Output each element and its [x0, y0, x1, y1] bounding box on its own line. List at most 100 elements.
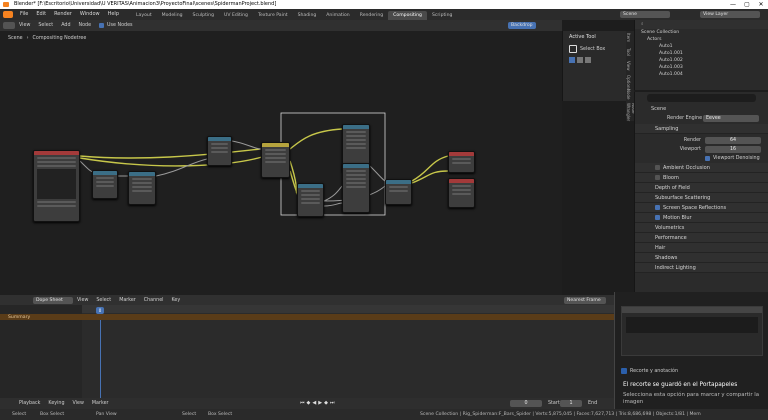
panel-indirect-lighting[interactable]: Indirect Lighting — [635, 263, 768, 273]
tab-shading[interactable]: Shading — [293, 11, 322, 20]
panel-checkbox[interactable] — [655, 175, 660, 180]
mix-node-3[interactable] — [385, 179, 412, 205]
outliner-item-auto1-001[interactable]: Auto1.001 — [635, 50, 768, 57]
tab-view[interactable]: View — [626, 59, 631, 73]
dopesheet-menu-view[interactable]: View — [73, 298, 92, 303]
scene-collection[interactable]: Scene Collection — [635, 29, 768, 36]
tab-item[interactable]: Item — [626, 31, 631, 45]
keying-menu[interactable]: Keying — [44, 401, 68, 406]
backdrop-button[interactable]: Backdrop — [508, 22, 536, 29]
panel-checkbox[interactable] — [655, 205, 660, 210]
select-box-icon[interactable] — [569, 45, 577, 53]
panel-hair[interactable]: Hair — [635, 243, 768, 253]
render-layers-node[interactable] — [33, 150, 80, 222]
tab-tool[interactable]: Tool — [626, 45, 631, 59]
color-node[interactable] — [207, 136, 232, 166]
menu-edit[interactable]: Edit — [32, 9, 50, 20]
menu-render[interactable]: Render — [50, 9, 76, 20]
tab-scripting[interactable]: Scripting — [427, 11, 457, 20]
mix-node-1[interactable] — [92, 170, 118, 199]
dopesheet-menu-channel[interactable]: Channel — [140, 298, 168, 303]
collection-actors[interactable]: Actors — [635, 36, 768, 43]
play-reverse-icon[interactable]: ◀ — [312, 400, 316, 406]
frame-ruler[interactable] — [82, 305, 614, 313]
tab-compositing[interactable]: Compositing — [388, 10, 427, 20]
viewport-denoising-checkbox[interactable] — [705, 156, 710, 161]
tab-sculpting[interactable]: Sculpting — [188, 11, 219, 20]
outliner-item-auto1-003[interactable]: Auto1.003 — [635, 64, 768, 71]
panel-volumetrics[interactable]: Volumetrics — [635, 223, 768, 233]
dopesheet-menu-marker[interactable]: Marker — [115, 298, 140, 303]
tab-texture-paint[interactable]: Texture Paint — [253, 11, 293, 20]
snap-mode-dropdown[interactable]: Nearest Frame — [564, 297, 606, 304]
use-nodes-checkbox[interactable] — [99, 23, 105, 28]
node-menu-view[interactable]: View — [15, 23, 34, 28]
maximize-button[interactable]: ▢ — [740, 0, 754, 9]
tab-node[interactable]: Node — [626, 87, 631, 101]
panel-screen-space-reflections[interactable]: Screen Space Reflections — [635, 203, 768, 213]
glare-node[interactable] — [342, 163, 370, 213]
node-editor-canvas[interactable]: Scene › Compositing Nodetree — [0, 31, 562, 295]
node-menu-add[interactable]: Add — [57, 23, 74, 28]
panel-sampling[interactable]: Sampling — [635, 124, 768, 134]
panel-shadows[interactable]: Shadows — [635, 253, 768, 263]
start-frame-field[interactable]: 1 — [560, 400, 582, 407]
tab-rendering[interactable]: Rendering — [355, 11, 388, 20]
render-samples-field[interactable]: 64 — [705, 137, 761, 144]
panel-motion-blur[interactable]: Motion Blur — [635, 213, 768, 223]
jump-end-icon[interactable]: ⏭ — [330, 400, 335, 406]
dopesheet-mode-dropdown[interactable]: Dope Sheet — [33, 296, 73, 304]
properties-search[interactable] — [647, 94, 756, 102]
jump-start-icon[interactable]: ⏮ — [300, 400, 305, 406]
mode-new-icon[interactable] — [569, 57, 575, 63]
play-icon[interactable]: ▶ — [318, 400, 322, 406]
panel-checkbox[interactable] — [655, 165, 660, 170]
next-key-icon[interactable]: ◆ — [324, 400, 328, 406]
view-menu[interactable]: View — [69, 401, 88, 406]
current-frame-indicator[interactable]: 0 — [96, 307, 104, 314]
tab-animation[interactable]: Animation — [321, 11, 354, 20]
tab-options[interactable]: Options — [626, 73, 631, 90]
dopesheet-menu-select[interactable]: Select — [92, 298, 115, 303]
panel-subsurface-scattering[interactable]: Subsurface Scattering — [635, 193, 768, 203]
dopesheet-menu-key[interactable]: Key — [168, 298, 185, 303]
outliner-item-auto1-002[interactable]: Auto1.002 — [635, 57, 768, 64]
mix-node-2[interactable] — [128, 171, 156, 205]
panel-bloom[interactable]: Bloom — [635, 173, 768, 183]
tab-uv-editing[interactable]: UV Editing — [219, 11, 253, 20]
viewport-denoising-row[interactable]: Viewport Denoising — [635, 154, 768, 163]
snip-notification[interactable]: Recorte y anotación El recorte se guardó… — [614, 292, 768, 409]
snip-thumbnail[interactable] — [621, 306, 763, 356]
blender-menu-icon[interactable] — [3, 11, 13, 18]
editor-type-button[interactable] — [3, 22, 15, 29]
node-menu-node[interactable]: Node — [75, 23, 96, 28]
node-menu-select[interactable]: Select — [34, 23, 57, 28]
playback-menu[interactable]: Playback — [15, 401, 44, 406]
menu-help[interactable]: Help — [104, 9, 123, 20]
outliner-item-auto1-004[interactable]: Auto1.004 — [635, 71, 768, 78]
filter-node[interactable] — [297, 183, 324, 217]
menu-window[interactable]: Window — [76, 9, 104, 20]
prev-key-icon[interactable]: ◆ — [307, 400, 311, 406]
outliner-search[interactable]: ⌕ — [635, 20, 768, 29]
panel-checkbox[interactable] — [655, 215, 660, 220]
close-button[interactable]: ✕ — [754, 0, 768, 9]
view-layer-selector[interactable]: View Layer — [700, 11, 760, 18]
viewport-samples-field[interactable]: 16 — [705, 146, 761, 153]
tab-layout[interactable]: Layout — [131, 11, 157, 20]
composite-node[interactable] — [448, 151, 475, 173]
mode-extend-icon[interactable] — [577, 57, 583, 63]
panel-performance[interactable]: Performance — [635, 233, 768, 243]
alpha-over-node[interactable] — [261, 142, 290, 178]
scene-selector[interactable]: Scene — [620, 11, 670, 18]
render-engine-dropdown[interactable]: Eevee — [703, 115, 759, 122]
outliner-item-auto1[interactable]: Auto1 — [635, 43, 768, 50]
minimize-button[interactable]: — — [726, 0, 740, 9]
mode-subtract-icon[interactable] — [585, 57, 591, 63]
menu-file[interactable]: File — [16, 9, 32, 20]
current-frame-field[interactable]: 0 — [510, 400, 542, 407]
viewer-node[interactable] — [448, 178, 475, 208]
panel-depth-of-field[interactable]: Depth of Field — [635, 183, 768, 193]
tab-modeling[interactable]: Modeling — [157, 11, 188, 20]
panel-ambient-occlusion[interactable]: Ambient Occlusion — [635, 163, 768, 173]
